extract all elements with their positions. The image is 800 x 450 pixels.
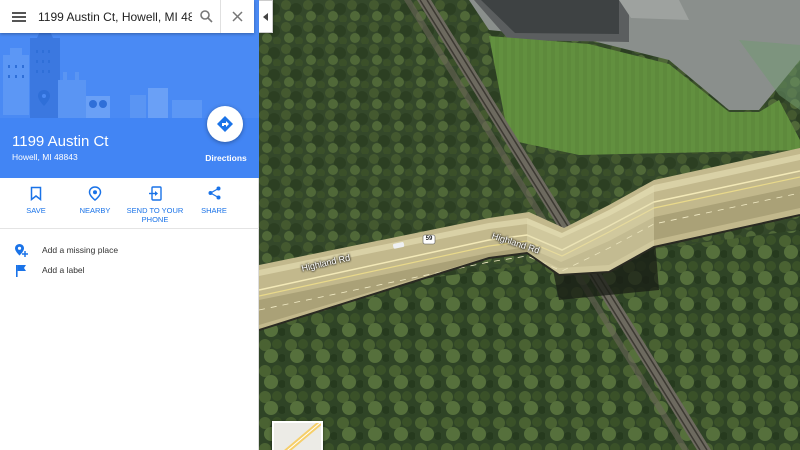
place-side-panel: 1199 Austin Ct Howell, MI 48843 Directio… bbox=[0, 0, 259, 450]
add-label-label: Add a label bbox=[42, 265, 85, 275]
nearby-button[interactable]: NEARBY bbox=[72, 178, 118, 228]
satellite-map[interactable]: Highland Rd Highland Rd 59 bbox=[259, 0, 800, 450]
place-address: Howell, MI 48843 bbox=[12, 152, 78, 162]
search-bar bbox=[0, 0, 254, 33]
nearby-pin-icon bbox=[88, 185, 102, 201]
share-label: SHARE bbox=[201, 206, 227, 215]
satellite-imagery bbox=[259, 0, 800, 450]
bookmark-icon bbox=[30, 186, 42, 201]
save-label: SAVE bbox=[26, 206, 46, 215]
share-icon bbox=[208, 186, 220, 200]
save-button[interactable]: SAVE bbox=[0, 178, 72, 228]
place-actions: SAVE NEARBY SEND TO YOUR PHONE SHARE bbox=[0, 178, 259, 229]
add-place-icon bbox=[15, 243, 28, 257]
search-input[interactable] bbox=[38, 9, 192, 24]
place-header: 1199 Austin Ct Howell, MI 48843 Directio… bbox=[0, 0, 259, 178]
share-button[interactable]: SHARE bbox=[192, 178, 236, 228]
chevron-left-icon bbox=[262, 12, 268, 21]
nearby-label: NEARBY bbox=[79, 206, 111, 215]
send-to-phone-label: SEND TO YOUR PHONE bbox=[126, 206, 184, 225]
add-missing-place-link[interactable]: Add a missing place bbox=[0, 240, 259, 260]
maps-app: Highland Rd Highland Rd 59 1199 Austin C… bbox=[0, 0, 800, 450]
send-to-phone-icon bbox=[148, 185, 162, 201]
add-label-link[interactable]: Add a label bbox=[0, 260, 259, 280]
close-icon bbox=[232, 11, 243, 22]
map-thumbnail-icon bbox=[274, 423, 321, 450]
map-layer-toggle[interactable] bbox=[272, 421, 323, 450]
send-to-phone-button[interactable]: SEND TO YOUR PHONE bbox=[118, 178, 192, 228]
collapse-panel-button[interactable] bbox=[259, 0, 273, 33]
add-missing-place-label: Add a missing place bbox=[42, 245, 119, 255]
place-title: 1199 Austin Ct bbox=[12, 133, 109, 150]
flag-icon bbox=[16, 264, 26, 277]
route-shield-label: 59 bbox=[425, 236, 433, 242]
search-button[interactable] bbox=[192, 0, 220, 33]
directions-button[interactable] bbox=[207, 106, 243, 142]
hamburger-icon bbox=[12, 15, 26, 18]
search-icon bbox=[199, 10, 213, 23]
clear-search-button[interactable] bbox=[220, 0, 254, 33]
directions-icon bbox=[217, 116, 233, 132]
directions-label[interactable]: Directions bbox=[199, 153, 253, 163]
menu-button[interactable] bbox=[0, 0, 38, 33]
